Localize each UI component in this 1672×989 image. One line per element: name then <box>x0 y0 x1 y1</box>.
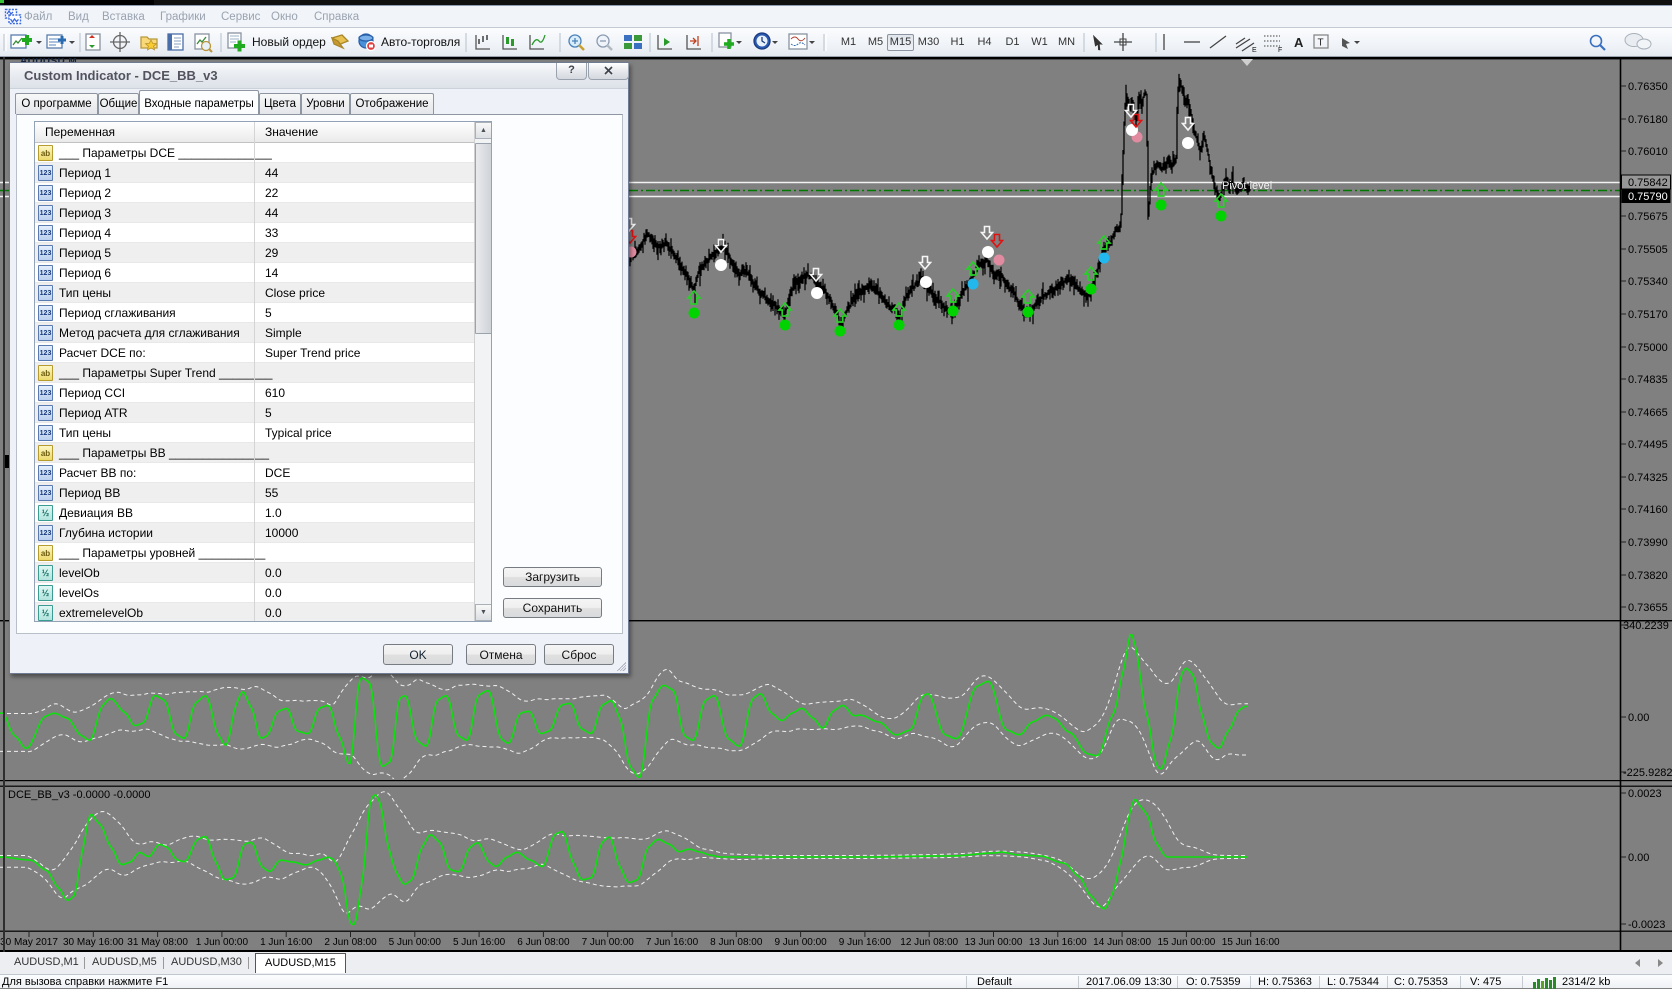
svg-text:0.0023: 0.0023 <box>1628 788 1662 800</box>
svg-text:30 May 2017: 30 May 2017 <box>0 937 58 948</box>
svg-text:2 Jun 08:00: 2 Jun 08:00 <box>324 937 377 948</box>
svg-text:0.74160: 0.74160 <box>1628 504 1668 516</box>
svg-text:13 Jun 00:00: 13 Jun 00:00 <box>965 937 1023 948</box>
svg-text:340.2239: 340.2239 <box>1623 620 1669 632</box>
svg-text:0.75505: 0.75505 <box>1628 244 1668 256</box>
svg-text:7 Jun 00:00: 7 Jun 00:00 <box>582 937 635 948</box>
svg-text:0.76010: 0.76010 <box>1628 146 1668 158</box>
svg-text:1 Jun 16:00: 1 Jun 16:00 <box>260 937 313 948</box>
svg-text:F: F <box>1278 47 1282 54</box>
svg-text:0.75170: 0.75170 <box>1628 309 1668 321</box>
svg-text:0.74835: 0.74835 <box>1628 374 1668 386</box>
svg-text:DCE_BB_v3 -0.0000 -0.0000: DCE_BB_v3 -0.0000 -0.0000 <box>8 789 150 801</box>
svg-text:0.00: 0.00 <box>1628 852 1649 864</box>
svg-text:12 Jun 08:00: 12 Jun 08:00 <box>900 937 958 948</box>
svg-text:-225.9282: -225.9282 <box>1623 767 1672 779</box>
svg-text:0.74665: 0.74665 <box>1628 407 1668 419</box>
svg-text:0.73820: 0.73820 <box>1628 570 1668 582</box>
svg-text:0.75000: 0.75000 <box>1628 342 1668 354</box>
svg-text:31 May 08:00: 31 May 08:00 <box>127 937 188 948</box>
svg-text:9 Jun 00:00: 9 Jun 00:00 <box>774 937 827 948</box>
svg-text:Pivot level: Pivot level <box>1222 180 1272 192</box>
svg-text:A: A <box>1294 35 1304 50</box>
svg-text:9 Jun 16:00: 9 Jun 16:00 <box>839 937 892 948</box>
svg-text:15 Jun 00:00: 15 Jun 00:00 <box>1157 937 1215 948</box>
svg-text:E: E <box>1252 47 1257 54</box>
svg-text:14 Jun 08:00: 14 Jun 08:00 <box>1093 937 1151 948</box>
svg-text:6 Jun 08:00: 6 Jun 08:00 <box>517 937 570 948</box>
svg-text:0.76180: 0.76180 <box>1628 114 1668 126</box>
svg-text:0.75340: 0.75340 <box>1628 276 1668 288</box>
svg-text:0.75675: 0.75675 <box>1628 211 1668 223</box>
svg-text:0.75790: 0.75790 <box>1628 191 1668 203</box>
svg-text:0.74495: 0.74495 <box>1628 439 1668 451</box>
svg-text:0.76350: 0.76350 <box>1628 81 1668 93</box>
svg-text:0.00: 0.00 <box>1628 712 1649 724</box>
svg-text:7 Jun 16:00: 7 Jun 16:00 <box>646 937 699 948</box>
svg-text:T: T <box>1318 38 1324 49</box>
svg-text:0.75842: 0.75842 <box>1628 177 1668 189</box>
svg-text:1 Jun 00:00: 1 Jun 00:00 <box>196 937 249 948</box>
svg-text:5 Jun 00:00: 5 Jun 00:00 <box>389 937 442 948</box>
svg-text:0.74325: 0.74325 <box>1628 472 1668 484</box>
svg-text:0.73990: 0.73990 <box>1628 537 1668 549</box>
svg-text:-0.0023: -0.0023 <box>1628 919 1665 931</box>
svg-text:5 Jun 16:00: 5 Jun 16:00 <box>453 937 506 948</box>
svg-text:13 Jun 16:00: 13 Jun 16:00 <box>1029 937 1087 948</box>
svg-text:Авто-торговля: Авто-торговля <box>381 35 460 49</box>
svg-text:Новый ордер: Новый ордер <box>252 35 326 49</box>
svg-text:0.73655: 0.73655 <box>1628 602 1668 614</box>
svg-text:30 May 16:00: 30 May 16:00 <box>63 937 124 948</box>
svg-text:8 Jun 08:00: 8 Jun 08:00 <box>710 937 763 948</box>
svg-text:15 Jun 16:00: 15 Jun 16:00 <box>1222 937 1280 948</box>
